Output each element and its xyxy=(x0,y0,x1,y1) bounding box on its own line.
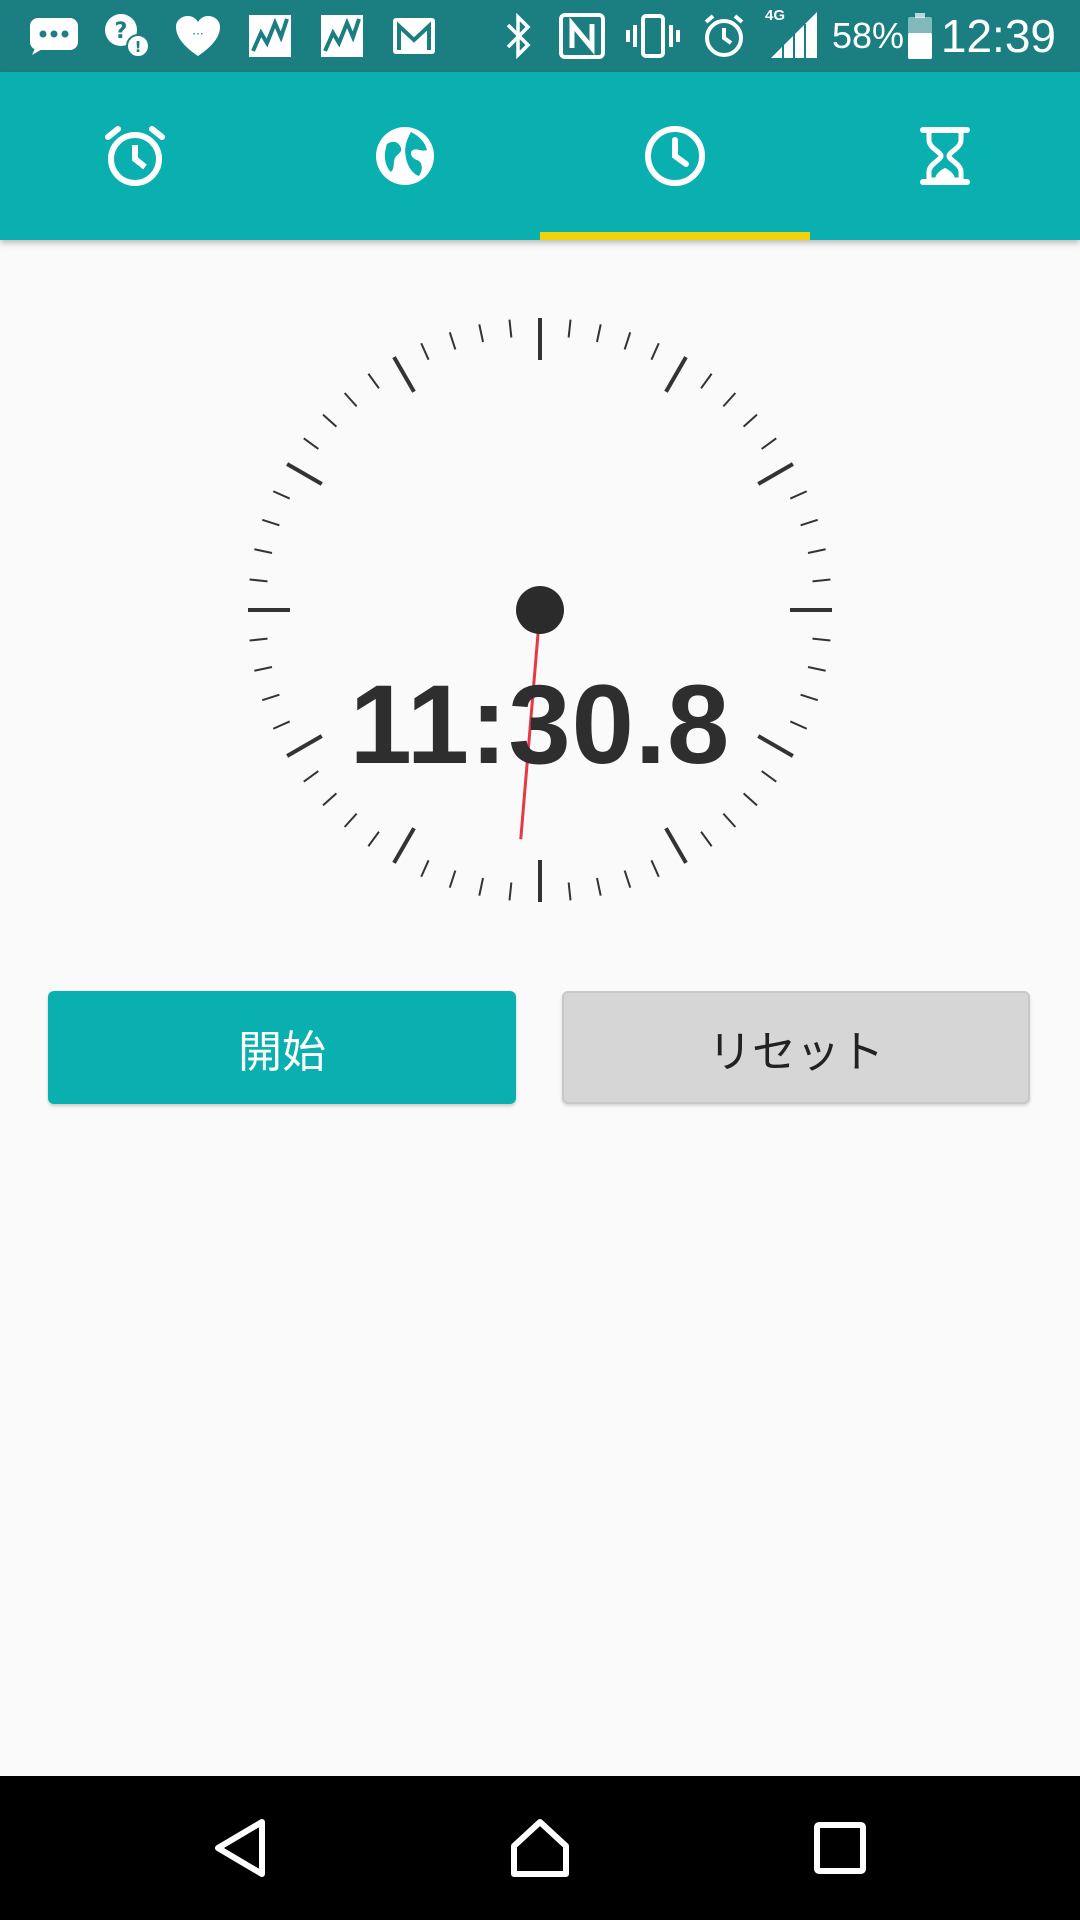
dial-minor-tick xyxy=(249,578,268,583)
recents-button[interactable] xyxy=(780,1798,900,1898)
dial-minor-tick xyxy=(322,792,338,807)
home-button[interactable] xyxy=(480,1798,600,1898)
tab-stopwatch[interactable] xyxy=(540,72,810,240)
reset-button[interactable]: リセット xyxy=(562,991,1030,1104)
tab-world-clock[interactable] xyxy=(270,72,540,240)
dial-minor-tick xyxy=(272,490,291,500)
signal-icon: 4G xyxy=(762,6,822,58)
home-icon xyxy=(511,1819,569,1877)
dial-minor-tick xyxy=(303,437,319,450)
dial-minor-tick xyxy=(761,437,777,450)
dial-minor-tick xyxy=(367,373,380,389)
dial-minor-tick xyxy=(722,812,737,828)
dial-minor-tick xyxy=(800,518,819,527)
nfc-icon xyxy=(556,10,608,62)
stopwatch-dial-face xyxy=(248,318,832,902)
dial-major-tick xyxy=(664,356,688,393)
dial-minor-tick xyxy=(367,831,380,847)
dial-minor-tick xyxy=(623,331,632,350)
dial-center-hub xyxy=(516,586,564,634)
recents-icon xyxy=(814,1822,866,1874)
dial-minor-tick xyxy=(343,812,358,828)
dial-minor-tick xyxy=(742,413,758,428)
status-clock: 12:39 xyxy=(940,10,1056,62)
stock-chart-icon xyxy=(244,10,296,62)
dial-minor-tick xyxy=(322,413,338,428)
dial-minor-tick xyxy=(448,331,457,350)
svg-text:!: ! xyxy=(135,38,142,56)
dial-minor-tick xyxy=(789,490,808,500)
dial-minor-tick xyxy=(595,324,602,343)
svg-text:···: ··· xyxy=(192,27,203,41)
stopwatch-dial xyxy=(240,310,840,910)
dial-minor-tick xyxy=(567,319,572,338)
app-heart-icon: ··· xyxy=(172,10,224,62)
tab-bar xyxy=(0,72,1080,240)
alarm-clock-icon xyxy=(105,126,165,186)
tab-timer[interactable] xyxy=(810,72,1080,240)
dial-major-tick xyxy=(392,356,416,393)
dial-minor-tick xyxy=(700,373,713,389)
dial-minor-tick xyxy=(249,637,268,642)
elapsed-time: 11:30.8 xyxy=(349,662,731,787)
vibrate-icon xyxy=(624,10,682,62)
dial-minor-tick xyxy=(650,342,660,361)
status-bar: ?! ··· 4G 58% 12:39 xyxy=(0,0,1080,72)
back-button[interactable] xyxy=(180,1798,300,1898)
dial-major-tick xyxy=(286,462,323,486)
dial-minor-tick xyxy=(420,859,430,878)
battery-icon xyxy=(906,10,934,62)
message-icon xyxy=(26,10,82,62)
navigation-bar xyxy=(0,1776,1080,1920)
dial-minor-tick xyxy=(722,392,737,408)
clock-icon xyxy=(645,126,705,186)
dial-minor-tick xyxy=(567,882,572,901)
dial-minor-tick xyxy=(807,548,826,555)
globe-icon xyxy=(376,127,434,185)
dial-minor-tick xyxy=(623,870,632,889)
svg-text:?: ? xyxy=(115,19,128,44)
dial-minor-tick xyxy=(448,870,457,889)
tab-selected-indicator xyxy=(540,232,810,240)
dial-minor-tick xyxy=(478,324,485,343)
dial-minor-tick xyxy=(420,342,430,361)
battery-percent: 58% xyxy=(832,15,905,56)
dial-minor-tick xyxy=(812,578,831,583)
dial-minor-tick xyxy=(700,831,713,847)
dial-minor-tick xyxy=(261,518,280,527)
dial-minor-tick xyxy=(508,319,513,338)
dial-major-tick xyxy=(664,827,688,864)
dial-minor-tick xyxy=(508,882,513,901)
tab-alarm[interactable] xyxy=(0,72,270,240)
help-chat-icon: ?! xyxy=(100,10,154,62)
gmail-icon xyxy=(388,10,440,62)
dial-minor-tick xyxy=(343,392,358,408)
back-icon xyxy=(215,1819,265,1877)
dial-minor-tick xyxy=(478,877,485,896)
dial-minor-tick xyxy=(742,792,758,807)
dial-major-tick xyxy=(757,462,794,486)
network-type-label: 4G xyxy=(765,7,785,24)
bluetooth-icon xyxy=(498,10,540,62)
hourglass-icon xyxy=(920,127,970,185)
start-button[interactable]: 開始 xyxy=(48,991,516,1104)
dial-minor-tick xyxy=(812,637,831,642)
dial-minor-tick xyxy=(650,859,660,878)
dial-minor-tick xyxy=(595,877,602,896)
dial-major-tick xyxy=(392,827,416,864)
dial-minor-tick xyxy=(254,548,273,555)
alarm-status-icon xyxy=(700,10,748,62)
stock-chart-icon xyxy=(316,10,368,62)
